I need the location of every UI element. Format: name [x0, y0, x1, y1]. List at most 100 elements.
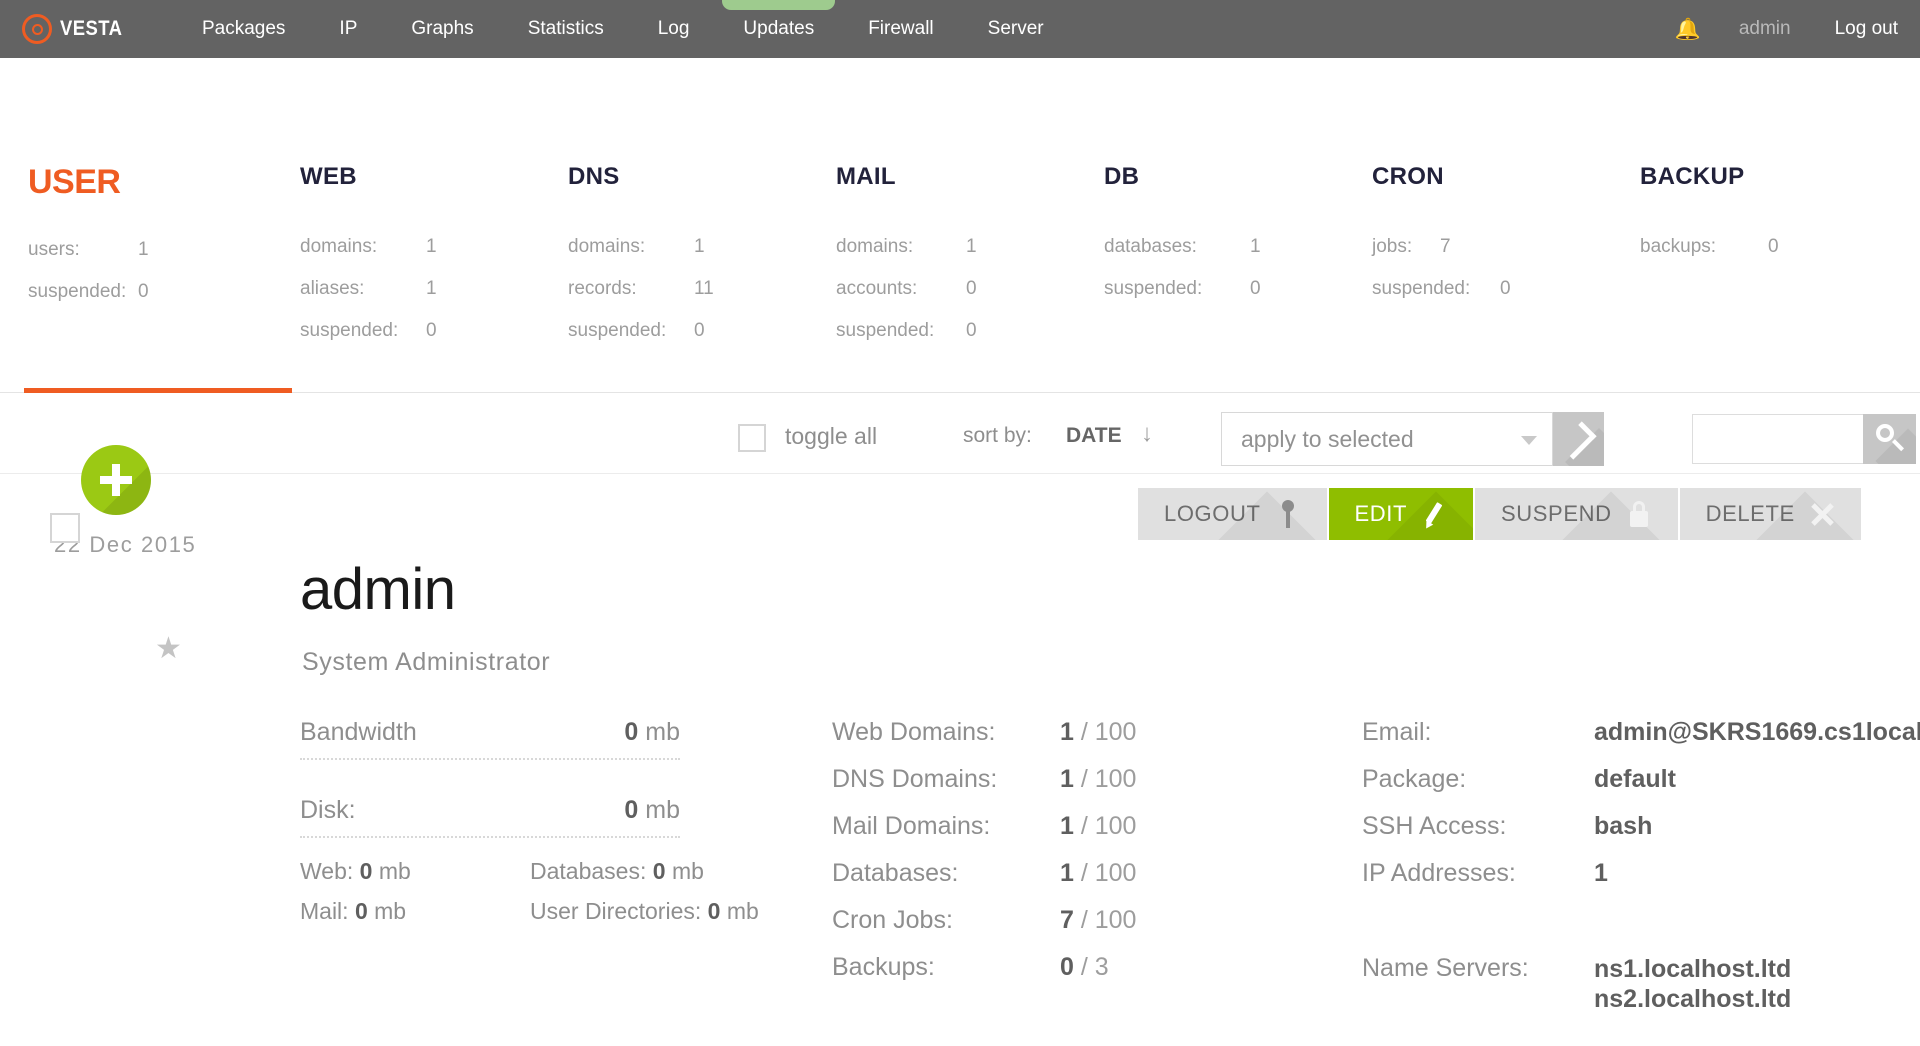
- toggle-all-checkbox[interactable]: [738, 424, 766, 452]
- vesta-logo-icon: [22, 14, 52, 44]
- quota-row-databases: Databases: 1 / 100: [832, 859, 1136, 906]
- stat-key: suspended:: [28, 281, 127, 302]
- info-row-package: Package: default: [1362, 765, 1920, 812]
- disk-mail-label: Mail:: [300, 898, 349, 924]
- bandwidth-unit: mb: [645, 718, 680, 746]
- suspend-button[interactable]: SUSPEND: [1475, 488, 1678, 540]
- bandwidth-line: Bandwidth 0 mb: [300, 718, 680, 770]
- record-select-checkbox[interactable]: [50, 513, 80, 543]
- disk-databases-unit: mb: [671, 858, 704, 884]
- quota-key: Databases:: [832, 859, 959, 887]
- chevron-down-icon: [1521, 436, 1537, 445]
- stat-key: domains:: [568, 236, 646, 257]
- quota-used: 1: [1060, 859, 1074, 887]
- logout-button[interactable]: LOGOUT: [1138, 488, 1327, 540]
- quota-limit: 100: [1094, 765, 1137, 793]
- nav-item-log[interactable]: Log: [631, 0, 717, 58]
- pencil-icon: [1407, 501, 1461, 527]
- stat-value: 11: [694, 278, 714, 299]
- disk-web-value: 0: [359, 858, 373, 884]
- nav-item-graphs[interactable]: Graphs: [384, 0, 500, 58]
- quota-row-web-domains: Web Domains: 1 / 100: [832, 718, 1136, 765]
- quota-key: Cron Jobs:: [832, 906, 953, 934]
- apply-to-selected-value: apply to selected: [1241, 426, 1414, 452]
- top-navigation-bar: VESTA Packages IP Graphs Statistics Log …: [0, 0, 1920, 58]
- bell-icon[interactable]: 🔔: [1675, 19, 1701, 40]
- stat-title-user[interactable]: USER: [28, 163, 149, 202]
- search-button[interactable]: [1863, 414, 1916, 464]
- info-column: Email: admin@SKRS1669.cs1local Package: de…: [1362, 718, 1920, 1013]
- dotted-rule: [300, 758, 680, 760]
- info-value-ip: 1: [1594, 859, 1608, 887]
- nav-item-packages[interactable]: Packages: [175, 0, 312, 58]
- stat-key: records:: [568, 278, 637, 299]
- name-server-list: ns1.localhost.ltd ns2.localhost.ltd: [1594, 954, 1791, 1014]
- nav-item-firewall[interactable]: Firewall: [841, 0, 960, 58]
- nav-item-ip[interactable]: IP: [312, 0, 384, 58]
- record-user-name[interactable]: admin: [300, 556, 456, 623]
- search-input[interactable]: [1692, 414, 1864, 464]
- list-toolbar: toggle all sort by: DATE ↓ apply to sele…: [0, 410, 1920, 472]
- disk-user-directories: User Directories: 0 mb: [530, 898, 759, 925]
- quota-value: 1 / 100: [1060, 718, 1137, 746]
- star-icon[interactable]: ★: [155, 634, 182, 664]
- nav-item-updates[interactable]: Updates: [716, 0, 841, 58]
- edit-button[interactable]: EDIT: [1328, 488, 1474, 540]
- disk-userdirs-unit: mb: [726, 898, 759, 924]
- info-key: IP Addresses:: [1362, 859, 1516, 887]
- nav-logout-link[interactable]: Log out: [1835, 18, 1898, 40]
- stat-value: 0: [1768, 236, 1779, 257]
- info-row-ip-addresses: IP Addresses: 1: [1362, 859, 1920, 906]
- quota-key: Mail Domains:: [832, 812, 991, 840]
- stat-row: suspended: 0: [1104, 268, 1261, 310]
- stat-key: accounts:: [836, 278, 918, 299]
- plus-icon-vertical: [112, 464, 120, 496]
- stat-value: 0: [694, 320, 705, 341]
- stat-title-mail[interactable]: MAIL: [836, 163, 977, 191]
- apply-to-selected-select[interactable]: apply to selected: [1221, 412, 1553, 466]
- stat-title-backup[interactable]: BACKUP: [1640, 163, 1779, 191]
- sort-direction-arrow-icon[interactable]: ↓: [1141, 420, 1153, 448]
- sort-by-label: sort by:: [963, 424, 1032, 447]
- stat-title-cron[interactable]: CRON: [1372, 163, 1511, 191]
- disk-number: 0: [624, 796, 639, 824]
- dotted-rule: [300, 836, 680, 838]
- stat-key: suspended:: [568, 320, 667, 341]
- stat-title-web[interactable]: WEB: [300, 163, 437, 191]
- nav-right-group: 🔔 admin Log out: [1675, 0, 1920, 58]
- stat-key: jobs:: [1372, 236, 1413, 257]
- stat-row: accounts: 0: [836, 268, 977, 310]
- stat-column-cron: CRON jobs: 7 suspended: 0: [1372, 163, 1511, 310]
- delete-button[interactable]: DELETE: [1679, 488, 1861, 540]
- stat-value: 1: [426, 236, 437, 257]
- add-user-button[interactable]: [81, 445, 151, 515]
- disk-label: Disk:: [300, 796, 356, 824]
- info-key: Email:: [1362, 718, 1432, 746]
- stat-column-web: WEB domains: 1 aliases: 1 suspended: 0: [300, 163, 437, 352]
- quota-limit: 100: [1094, 812, 1137, 840]
- nav-current-user[interactable]: admin: [1739, 18, 1791, 40]
- nav-item-statistics[interactable]: Statistics: [501, 0, 631, 58]
- stat-row: domains: 1: [836, 226, 977, 268]
- quota-value: 1 / 100: [1060, 859, 1137, 887]
- stat-row: backups: 0: [1640, 226, 1779, 268]
- stat-title-db[interactable]: DB: [1104, 163, 1261, 191]
- vesta-logo[interactable]: VESTA: [22, 14, 131, 44]
- info-key: Package:: [1362, 765, 1467, 793]
- toggle-all-label[interactable]: toggle all: [785, 423, 877, 450]
- disk-mail: Mail: 0 mb: [300, 898, 406, 925]
- close-x-icon: [1795, 501, 1849, 527]
- nav-item-server[interactable]: Server: [961, 0, 1071, 58]
- disk-web: Web: 0 mb: [300, 858, 411, 885]
- stat-title-dns[interactable]: DNS: [568, 163, 714, 191]
- stat-value: 1: [966, 236, 977, 257]
- sort-by-value[interactable]: DATE: [1066, 424, 1122, 448]
- disk-value: 0 mb: [624, 796, 680, 825]
- disk-line: Disk: 0 mb: [300, 796, 680, 848]
- stat-row: domains: 1: [568, 226, 714, 268]
- record-divider: [0, 473, 1920, 474]
- quota-used: 0: [1060, 953, 1074, 981]
- active-tab-indicator: [24, 388, 292, 393]
- apply-go-button[interactable]: [1553, 412, 1604, 466]
- quota-row-mail-domains: Mail Domains: 1 / 100: [832, 812, 1136, 859]
